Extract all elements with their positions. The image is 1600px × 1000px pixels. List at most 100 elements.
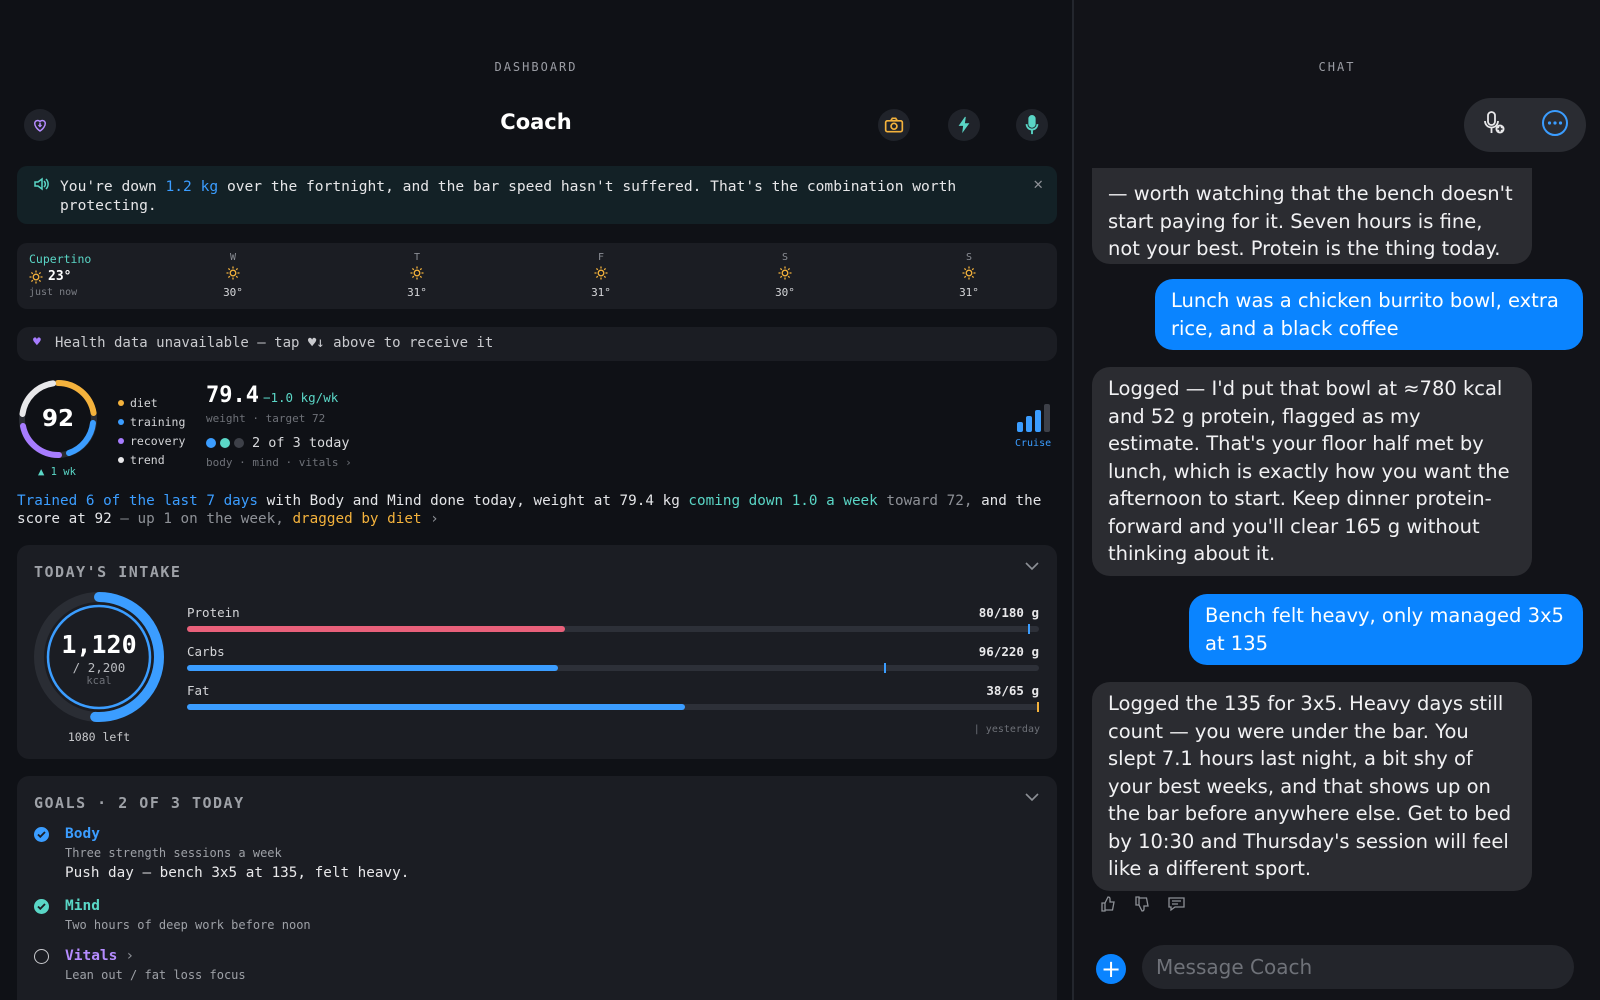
- sun-icon: [29, 270, 43, 283]
- sun-icon: [581, 266, 621, 284]
- forecast-day-label: S: [781, 252, 789, 263]
- forecast-day: S 31°: [949, 252, 989, 299]
- app: DASHBOARD Coach You're down 1.2 kg over …: [0, 0, 1600, 1000]
- forecast-day: F 31°: [581, 252, 621, 299]
- message-text: Bench felt heavy, only managed 3x5 at 13…: [1205, 604, 1564, 655]
- empty-circle-icon: [34, 948, 49, 964]
- add-attachment-button[interactable]: +: [1096, 954, 1126, 984]
- signal-bars-icon: [1017, 404, 1051, 432]
- health-notice[interactable]: ♥ Health data unavailable — tap ♥↓ above…: [17, 327, 1057, 361]
- score-value: 92: [41, 406, 74, 432]
- message-text: Logged — I'd put that bowl at ≈780 kcal …: [1108, 377, 1510, 565]
- goals-footer-link[interactable]: body · mind · vitals ›: [206, 456, 352, 469]
- summary-text: toward 72,: [877, 493, 982, 509]
- chat-controls: [1464, 98, 1586, 152]
- microphone-icon: [1025, 115, 1039, 135]
- chevron-down-icon[interactable]: [1025, 793, 1039, 802]
- goals-today: 2 of 3 today: [206, 435, 352, 451]
- legend-label: recovery: [130, 433, 186, 448]
- assistant-message: — worth watching that the bench doesn't …: [1092, 168, 1532, 264]
- legend-dot: [118, 437, 124, 444]
- insight-banner: You're down 1.2 kg over the fortnight, a…: [17, 166, 1057, 224]
- plus-icon: +: [1100, 955, 1122, 983]
- kcal-readout: 1,120 / 2,200 kcal: [34, 592, 164, 722]
- weight-value: 79.4: [206, 383, 259, 408]
- summary-diet-link[interactable]: dragged by diet: [292, 511, 421, 527]
- mic-plus-icon: [1484, 111, 1505, 134]
- forecast-day-label: W: [229, 252, 237, 263]
- summary-training-link[interactable]: Trained 6 of the last 7 days: [17, 493, 258, 509]
- message-feedback: [1100, 896, 1185, 912]
- chevron-down-icon[interactable]: [1025, 562, 1039, 571]
- score-ring[interactable]: 92 ▲ 1 wk: [17, 378, 99, 478]
- legend-dot: [118, 399, 124, 406]
- camera-button[interactable]: [878, 109, 910, 141]
- banner-highlight: 1.2 kg: [165, 178, 219, 195]
- yesterday-legend: | yesterday: [973, 724, 1040, 735]
- message-placeholder: Message Coach: [1156, 955, 1313, 979]
- check-circle-icon: [34, 826, 49, 842]
- weather-strip[interactable]: Cupertino 23° just now W 30° T 31° F 31° S …: [17, 243, 1057, 309]
- voice-button[interactable]: [1016, 109, 1048, 141]
- message-input[interactable]: Message Coach: [1142, 945, 1574, 989]
- health-notice-text: Health data unavailable — tap ♥↓ above t…: [55, 335, 494, 351]
- summary-chevron: ›: [421, 511, 439, 527]
- legend-label: diet: [130, 395, 158, 410]
- goal-body[interactable]: Body Three strength sessions a week Push…: [34, 826, 409, 881]
- macro-protein[interactable]: Protein 80/180 g: [187, 605, 1039, 634]
- macro-carbs[interactable]: Carbs 96/220 g: [187, 644, 1039, 673]
- goal-dot-vitals: [234, 438, 244, 448]
- comment-icon[interactable]: [1168, 896, 1185, 912]
- quick-log-button[interactable]: [948, 109, 980, 141]
- speaker-icon[interactable]: [33, 177, 49, 196]
- goals-today-text: 2 of 3 today: [252, 435, 350, 451]
- macro-name: Protein: [187, 605, 240, 620]
- macro-progress-bar: [187, 663, 1039, 673]
- macro-progress-bar: [187, 702, 1039, 712]
- more-button[interactable]: [1541, 109, 1569, 141]
- forecast-temp: 30°: [223, 286, 243, 299]
- goal-description: Two hours of deep work before noon: [65, 918, 311, 932]
- goal-note: Push day — bench 3x5 at 135, felt heavy.: [65, 865, 410, 881]
- sun-icon: [765, 266, 805, 284]
- summary-text: — up 1 on the week,: [111, 511, 293, 527]
- macro-fat[interactable]: Fat 38/65 g: [187, 683, 1039, 712]
- goal-description: Lean out / fat loss focus: [65, 968, 246, 982]
- legend-dot: [118, 418, 124, 425]
- goal-title: Body: [65, 826, 100, 842]
- forecast-day: T 31°: [397, 252, 437, 299]
- score-legend: diet training recovery trend: [118, 393, 185, 469]
- user-message: Bench felt heavy, only managed 3x5 at 13…: [1189, 594, 1583, 665]
- weight-summary[interactable]: 79.4 −1.0 kg/wk weight · target 72 2 of 3…: [206, 383, 352, 469]
- legend-label: training: [130, 414, 186, 429]
- kcal-unit: kcal: [86, 675, 112, 687]
- assistant-message: Logged the 135 for 3x5. Heavy days still…: [1092, 682, 1532, 891]
- legend-label: trend: [130, 452, 165, 467]
- check-circle-icon: [34, 898, 49, 914]
- cruise-indicator[interactable]: Cruise: [1015, 404, 1051, 449]
- summary-trend: coming down 1.0 a week: [688, 493, 878, 509]
- goal-vitals[interactable]: Vitals › Lean out / fat loss focus: [34, 948, 246, 982]
- macro-progress-fill: [187, 704, 685, 710]
- user-message: Lunch was a chicken burrito bowl, extra …: [1155, 279, 1583, 350]
- forecast-temp: 31°: [407, 286, 427, 299]
- thumbs-down-icon[interactable]: [1134, 896, 1150, 912]
- forecast-day-label: S: [965, 252, 973, 263]
- bolt-icon: [958, 116, 970, 134]
- yesterday-marker: [883, 663, 886, 673]
- summary-text: with Body and Mind done today,: [258, 493, 534, 509]
- close-icon[interactable]: ✕: [1033, 174, 1043, 193]
- assistant-message: Logged — I'd put that bowl at ≈780 kcal …: [1092, 367, 1532, 576]
- voice-add-button[interactable]: [1481, 110, 1507, 140]
- goal-title: Vitals: [65, 948, 118, 964]
- legend-item: trend: [118, 450, 185, 469]
- goal-dot-body: [206, 438, 216, 448]
- thumbs-up-icon[interactable]: [1100, 896, 1116, 912]
- legend-item: training: [118, 412, 185, 431]
- goal-mind[interactable]: Mind Two hours of deep work before noon: [34, 898, 311, 932]
- chat-panel: CHAT — worth watching that the bench doe…: [1074, 0, 1600, 1000]
- goal-title: Mind: [65, 898, 100, 914]
- ellipsis-circle-icon: [1542, 110, 1568, 136]
- current-temp: 23°: [29, 269, 91, 284]
- goals-card: GOALS · 2 OF 3 TODAY Body Three strength…: [17, 776, 1057, 1000]
